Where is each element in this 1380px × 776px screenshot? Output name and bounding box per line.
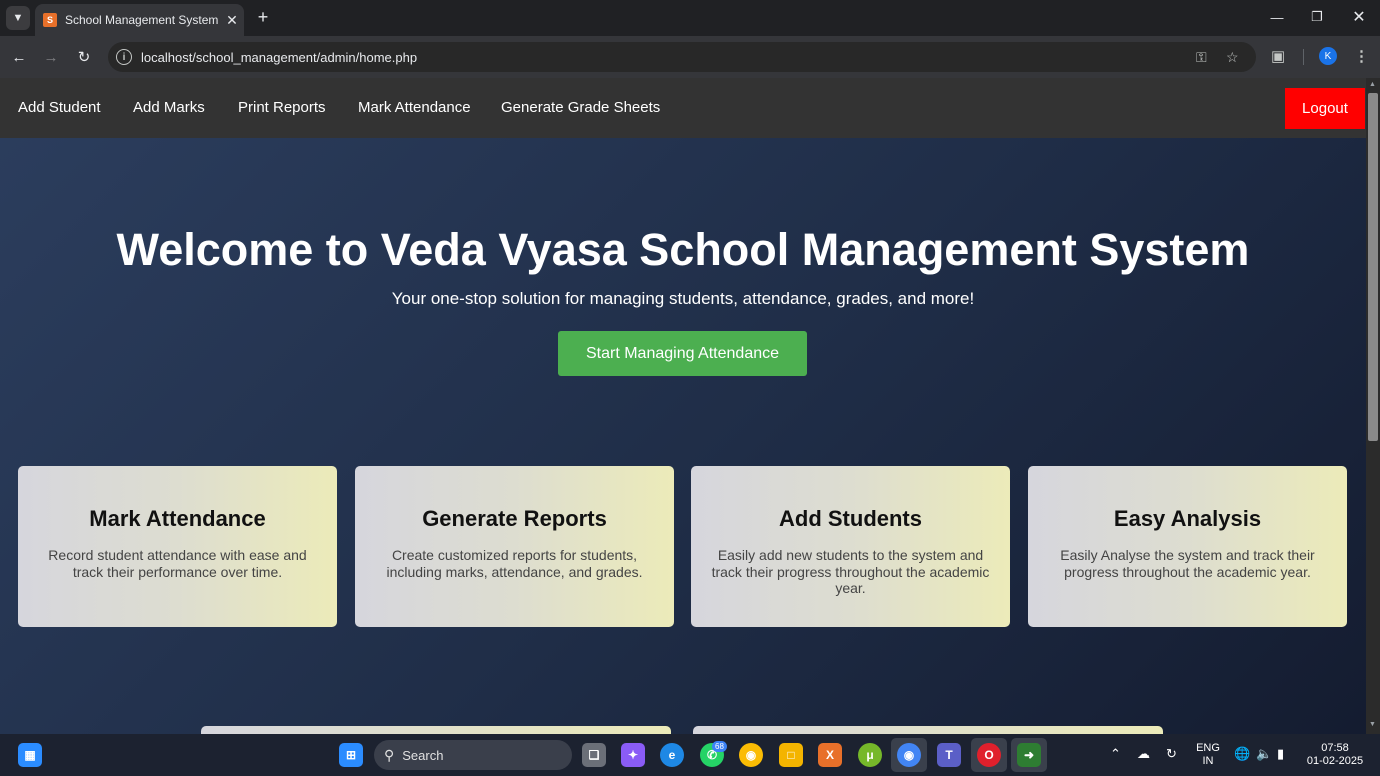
language-code: ENG bbox=[1196, 742, 1220, 754]
chrome-profile-icon[interactable]: ◉ bbox=[897, 743, 921, 767]
file-app-icon[interactable]: ➜ bbox=[1017, 743, 1041, 767]
start-managing-attendance-button[interactable]: Start Managing Attendance bbox=[558, 331, 807, 376]
clock-time: 07:58 bbox=[1321, 742, 1349, 754]
edge-browser-icon[interactable]: e bbox=[660, 743, 684, 767]
back-arrow-icon[interactable]: ← bbox=[8, 46, 30, 68]
nav-generate-grade-sheets[interactable]: Generate Grade Sheets bbox=[501, 99, 660, 116]
new-tab-plus-icon[interactable]: + bbox=[252, 6, 274, 28]
file-explorer-icon[interactable]: □ bbox=[779, 743, 803, 767]
extensions-puzzle-icon[interactable]: ▣ bbox=[1271, 47, 1285, 65]
language-indicator[interactable]: ENG IN bbox=[1193, 742, 1223, 768]
page-viewport: Add Student Add Marks Print Reports Mark… bbox=[0, 78, 1366, 734]
card-title: Generate Reports bbox=[422, 506, 607, 531]
address-bar[interactable]: i localhost/school_management/admin/home… bbox=[108, 42, 1256, 72]
card-text: Create customized reports for students, … bbox=[386, 547, 643, 580]
scrollbar-thumb[interactable] bbox=[1368, 93, 1378, 441]
browser-toolbar: ← → ↻ i localhost/school_management/admi… bbox=[0, 36, 1380, 78]
site-info-icon[interactable]: i bbox=[116, 49, 132, 65]
card-text: Easily add new students to the system an… bbox=[711, 547, 990, 596]
whatsapp-badge: 68 bbox=[712, 741, 727, 752]
restore-icon[interactable]: ❐ bbox=[1304, 6, 1330, 28]
logout-button[interactable]: Logout bbox=[1285, 88, 1365, 129]
clock-date: 01-02-2025 bbox=[1306, 755, 1364, 767]
card-text: Easily Analyse the system and track thei… bbox=[1060, 547, 1315, 580]
feature-card-mark-attendance: Mark Attendance Record student attendanc… bbox=[18, 466, 337, 627]
opera-icon[interactable]: O bbox=[977, 743, 1001, 767]
search-placeholder: Search bbox=[402, 747, 444, 763]
xampp-icon[interactable]: X bbox=[818, 743, 842, 767]
task-view-icon[interactable]: ❏ bbox=[582, 743, 606, 767]
feature-card-add-students: Add Students Easily add new students to … bbox=[691, 466, 1010, 627]
copilot-icon[interactable]: ✦ bbox=[621, 743, 645, 767]
forward-arrow-icon[interactable]: → bbox=[40, 46, 62, 68]
reload-icon[interactable]: ↻ bbox=[73, 46, 95, 68]
scroll-up-arrow-icon[interactable]: ▲ bbox=[1369, 81, 1376, 88]
bookmark-star-icon[interactable]: ☆ bbox=[1226, 49, 1239, 66]
url-text: localhost/school_management/admin/home.p… bbox=[141, 49, 418, 65]
minimize-icon[interactable]: — bbox=[1264, 6, 1290, 28]
feature-card-generate-reports: Generate Reports Create customized repor… bbox=[355, 466, 674, 627]
nav-mark-attendance[interactable]: Mark Attendance bbox=[358, 99, 471, 116]
partial-card bbox=[693, 726, 1163, 734]
sync-icon[interactable]: ↻ bbox=[1166, 746, 1177, 762]
card-title: Easy Analysis bbox=[1113, 506, 1262, 531]
widgets-icon[interactable]: ▦ bbox=[18, 743, 42, 767]
menu-kebab-icon[interactable]: ⋮ bbox=[1354, 47, 1369, 65]
browser-tab[interactable]: S School Management System ✕ bbox=[35, 4, 244, 36]
search-icon: ⚲ bbox=[384, 746, 395, 763]
volume-icon[interactable]: 🔈 bbox=[1256, 746, 1272, 762]
teams-icon[interactable]: T bbox=[937, 743, 961, 767]
onedrive-cloud-icon[interactable]: ☁ bbox=[1137, 746, 1150, 762]
utorrent-icon[interactable]: μ bbox=[858, 743, 882, 767]
close-window-icon[interactable]: ✕ bbox=[1346, 6, 1372, 28]
tray-overflow-chevron-icon[interactable]: ⌃ bbox=[1110, 746, 1121, 762]
chrome-icon[interactable]: ◉ bbox=[739, 743, 763, 767]
tab-close-icon[interactable]: ✕ bbox=[220, 12, 244, 29]
tab-title: School Management System bbox=[65, 13, 219, 27]
region-code: IN bbox=[1202, 755, 1214, 767]
password-key-icon[interactable]: ⚿ bbox=[1196, 49, 1207, 66]
taskbar-search-box[interactable]: ⚲ Search bbox=[374, 740, 572, 770]
scroll-down-arrow-icon[interactable]: ▼ bbox=[1369, 721, 1376, 728]
toolbar-divider bbox=[1303, 49, 1304, 65]
hero-title: Welcome to Veda Vyasa School Management … bbox=[116, 224, 1250, 275]
hero-subtitle: Your one-stop solution for managing stud… bbox=[391, 289, 975, 308]
favicon-icon: S bbox=[43, 13, 57, 27]
partial-card bbox=[201, 726, 671, 734]
card-title: Mark Attendance bbox=[89, 506, 266, 531]
card-text: Record student attendance with ease and … bbox=[48, 547, 307, 580]
nav-add-marks[interactable]: Add Marks bbox=[133, 99, 205, 116]
clock[interactable]: 07:58 01-02-2025 bbox=[1300, 742, 1370, 768]
card-title: Add Students bbox=[779, 506, 922, 531]
page-scrollbar[interactable]: ▲ ▼ bbox=[1366, 78, 1380, 734]
tab-search-chevron-icon[interactable]: ▼ bbox=[6, 6, 30, 30]
start-windows-icon[interactable]: ⊞ bbox=[339, 743, 363, 767]
profile-avatar[interactable]: K bbox=[1319, 47, 1337, 65]
site-navbar: Add Student Add Marks Print Reports Mark… bbox=[0, 78, 1366, 138]
nav-print-reports[interactable]: Print Reports bbox=[238, 99, 326, 116]
browser-tab-strip: ▼ S School Management System ✕ + — ❐ ✕ bbox=[0, 0, 1380, 36]
feature-card-easy-analysis: Easy Analysis Easily Analyse the system … bbox=[1028, 466, 1347, 627]
battery-icon[interactable]: ▮ bbox=[1277, 746, 1284, 762]
network-globe-icon[interactable]: 🌐 bbox=[1234, 746, 1250, 762]
nav-add-student[interactable]: Add Student bbox=[18, 99, 101, 116]
